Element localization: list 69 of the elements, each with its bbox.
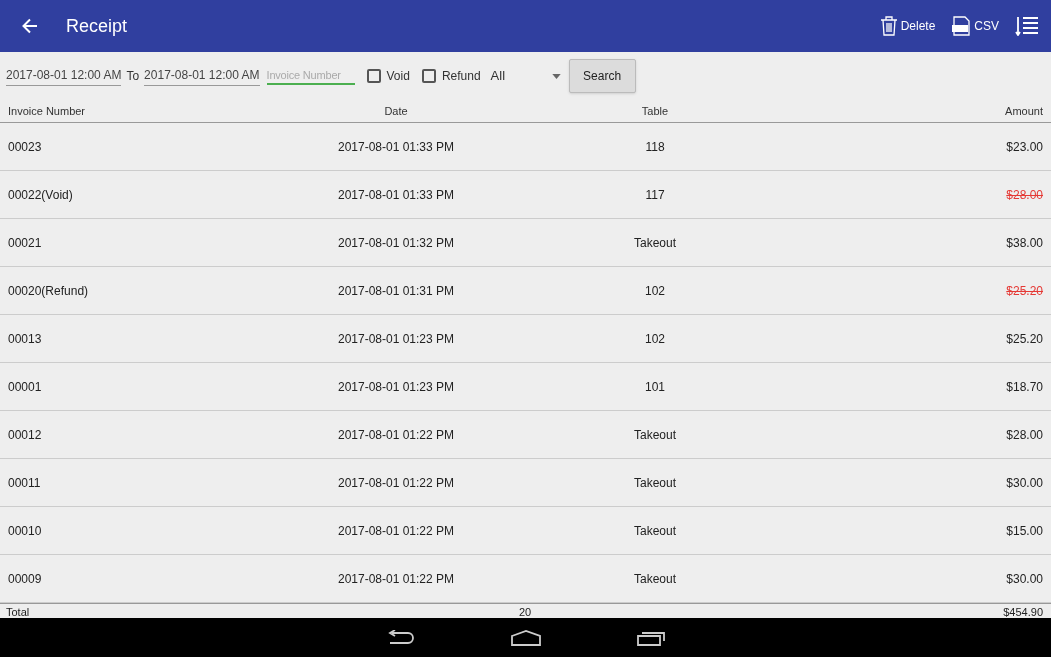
- table-cell-text: 2017-08-01 01:22 PM: [336, 474, 456, 492]
- table-cell-text: $30.00: [1005, 570, 1044, 588]
- table-cell-text: $18.70: [1005, 378, 1044, 396]
- page-title: Receipt: [66, 14, 128, 38]
- delete-button[interactable]: Delete: [879, 16, 936, 36]
- column-header: Invoice Number: [7, 103, 87, 119]
- table-cell-text: Takeout: [633, 426, 677, 444]
- table-cell-text: $28.00: [1005, 426, 1044, 444]
- search-button[interactable]: Search: [568, 59, 636, 93]
- table-cell-text: 2017-08-01 01:33 PM: [336, 138, 456, 156]
- column-header: Date: [383, 103, 409, 119]
- caret-icon: [551, 73, 561, 79]
- table-cell-text: $15.00: [1005, 522, 1044, 540]
- back-button[interactable]: [20, 16, 40, 36]
- back-arrow-icon: [20, 16, 40, 36]
- table-cell-text: Takeout: [633, 522, 677, 540]
- table-cell-text: 2017-08-01 01:23 PM: [336, 330, 456, 348]
- table-cell-text: 2017-08-01 01:22 PM: [336, 426, 456, 444]
- checkbox-label: Refund: [441, 68, 481, 85]
- table-cell-text: $23.00: [1005, 138, 1044, 156]
- table-cell-text: Takeout: [633, 570, 677, 588]
- table-cell-text: 2017-08-01 01:22 PM: [336, 522, 456, 540]
- table-cell-text: 00009: [7, 570, 43, 588]
- checkbox[interactable]: [421, 69, 436, 83]
- table-cell-text: 00023: [7, 138, 43, 156]
- table-cell-text: 00001: [7, 378, 43, 396]
- csv-button[interactable]: CSV: [951, 16, 999, 36]
- table-cell-text: $28.00: [1005, 186, 1044, 204]
- table-cell-text: 2017-08-01 01:31 PM: [336, 282, 456, 300]
- sort-list-icon: [1015, 16, 1039, 36]
- to-label: To: [126, 68, 140, 85]
- to-date-field[interactable]: 2017-08-01 12:00 AM: [144, 66, 260, 86]
- table-cell-text: 00013: [7, 330, 43, 348]
- recent-apps-icon[interactable]: [635, 629, 666, 646]
- table-cell-text: 00010: [7, 522, 43, 540]
- table-cell-text: $25.20: [1005, 330, 1044, 348]
- table-cell-text: $25.20: [1005, 282, 1044, 300]
- csv-file-icon: [951, 16, 972, 36]
- table-cell-text: 101: [644, 378, 666, 396]
- home-icon[interactable]: [510, 629, 541, 646]
- total-amount: $454.90: [1002, 605, 1044, 620]
- table-cell-text: 102: [644, 330, 666, 348]
- checkbox[interactable]: [366, 69, 381, 83]
- table-cell-text: $38.00: [1005, 234, 1044, 252]
- table-cell-text: $30.00: [1005, 474, 1044, 492]
- table-cell-text: 2017-08-01 01:33 PM: [336, 186, 456, 204]
- table-cell-text: 00012: [7, 426, 43, 444]
- column-header: Amount: [1004, 103, 1044, 119]
- checkbox-label: Void: [386, 68, 410, 85]
- table-cell-text: 00011: [7, 474, 42, 492]
- table-cell-text: Takeout: [633, 234, 677, 252]
- table-cell-text: Takeout: [633, 474, 677, 492]
- status-dropdown[interactable]: All: [490, 66, 561, 86]
- column-header: Table: [640, 103, 670, 119]
- table-cell-text: 2017-08-01 01:23 PM: [336, 378, 456, 396]
- sort-button[interactable]: [1015, 16, 1039, 36]
- total-count: 20: [517, 605, 533, 620]
- table-cell-text: 2017-08-01 01:32 PM: [336, 234, 456, 252]
- table-cell-text: 118: [644, 138, 666, 156]
- table-cell-text: 102: [644, 282, 666, 300]
- table-cell-text: 117: [644, 186, 666, 204]
- invoice-number-field[interactable]: Invoice Number: [266, 66, 355, 86]
- from-date-field[interactable]: 2017-08-01 12:00 AM: [6, 66, 122, 86]
- table-cell-text: 2017-08-01 01:22 PM: [336, 570, 456, 588]
- table-cell-text: 00021: [7, 234, 43, 252]
- table-cell-text: 00022(Void): [7, 186, 74, 204]
- total-label: Total: [5, 605, 31, 620]
- table-cell-text: 00020(Refund): [7, 282, 90, 300]
- trash-icon: [879, 16, 898, 36]
